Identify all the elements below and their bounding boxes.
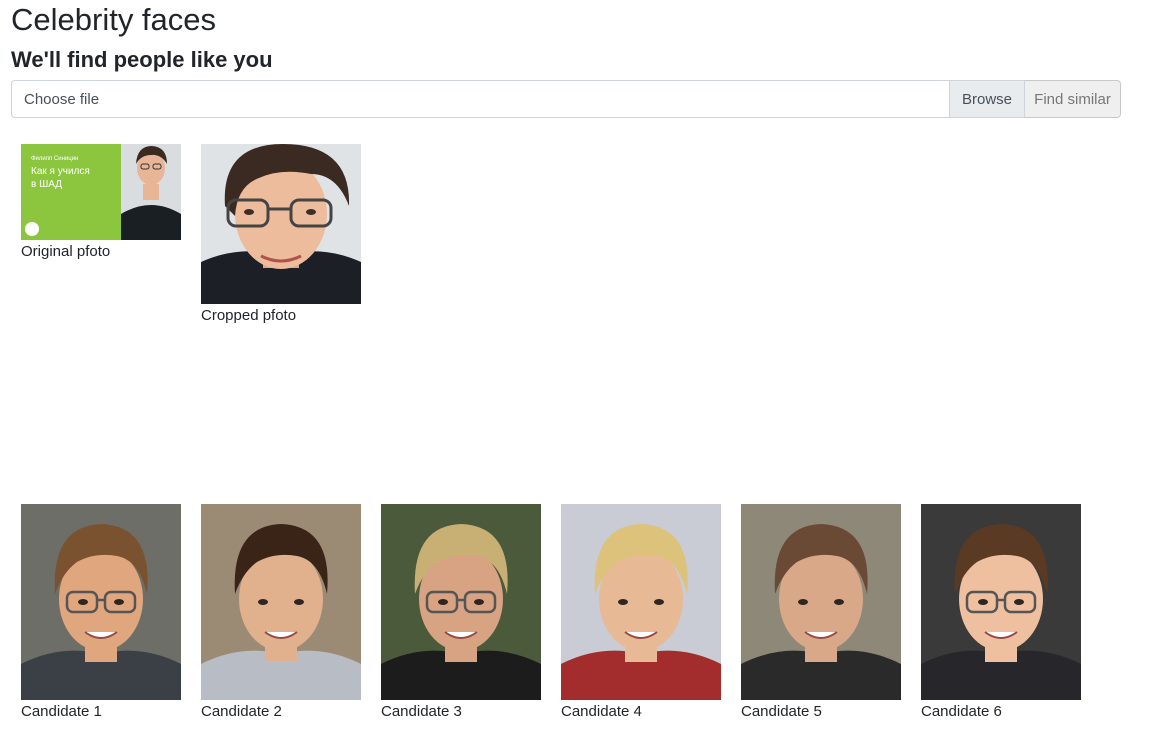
candidate-card: Candidate 5 — [741, 504, 901, 721]
banner-line-1: Как я учился — [31, 166, 90, 177]
candidate-eye-right — [474, 599, 484, 605]
find-similar-button[interactable]: Find similar — [1025, 80, 1121, 118]
candidate-photo — [921, 504, 1081, 700]
candidate-photo — [201, 504, 361, 700]
file-input-placeholder: Choose file — [24, 90, 100, 108]
candidate-eye-right — [654, 599, 664, 605]
candidate-photo — [381, 504, 541, 700]
candidate-photo — [561, 504, 721, 700]
cropped-photo — [201, 144, 361, 304]
file-input[interactable]: Choose file — [11, 80, 949, 118]
candidate-card: Candidate 6 — [921, 504, 1081, 721]
original-photo-card: Филипп Синицин Как я учился в ШАД Origin… — [21, 144, 181, 261]
upload-row: Choose file Browse Find similar — [11, 80, 1121, 118]
candidate-eye-left — [978, 599, 988, 605]
candidate-eye-right — [294, 599, 304, 605]
candidate-caption: Candidate 5 — [741, 703, 822, 720]
candidate-caption: Candidate 3 — [381, 703, 462, 720]
candidate-card: Candidate 2 — [201, 504, 361, 721]
candidate-caption: Candidate 6 — [921, 703, 1002, 720]
candidate-eye-left — [258, 599, 268, 605]
candidate-photo — [741, 504, 901, 700]
browse-button[interactable]: Browse — [949, 80, 1025, 118]
candidate-caption: Candidate 2 — [201, 703, 282, 720]
original-photo-caption: Original pfoto — [21, 243, 111, 260]
banner-circle — [25, 222, 39, 236]
candidate-photo — [21, 504, 181, 700]
cropped-photo-caption: Cropped pfoto — [201, 307, 297, 324]
original-clothes — [121, 205, 181, 240]
candidate-eye-left — [78, 599, 88, 605]
candidate-card: Candidate 4 — [561, 504, 721, 721]
candidate-eye-right — [114, 599, 124, 605]
banner-small-text: Филипп Синицин — [31, 156, 78, 162]
candidate-eye-right — [834, 599, 844, 605]
page-title: Celebrity faces — [11, 2, 217, 37]
candidate-card: Candidate 3 — [381, 504, 541, 721]
candidate-card: Candidate 1 — [21, 504, 181, 721]
original-photo: Филипп Синицин Как я учился в ШАД — [21, 144, 181, 240]
candidate-eye-left — [438, 599, 448, 605]
page-subtitle: We'll find people like you — [11, 47, 273, 72]
candidate-eye-left — [798, 599, 808, 605]
candidate-caption: Candidate 1 — [21, 703, 102, 720]
candidate-eye-right — [1014, 599, 1024, 605]
banner-line-2: в ШАД — [31, 179, 62, 190]
candidate-eye-left — [618, 599, 628, 605]
cropped-photo-card: Cropped pfoto — [201, 144, 361, 325]
candidate-caption: Candidate 4 — [561, 703, 642, 720]
